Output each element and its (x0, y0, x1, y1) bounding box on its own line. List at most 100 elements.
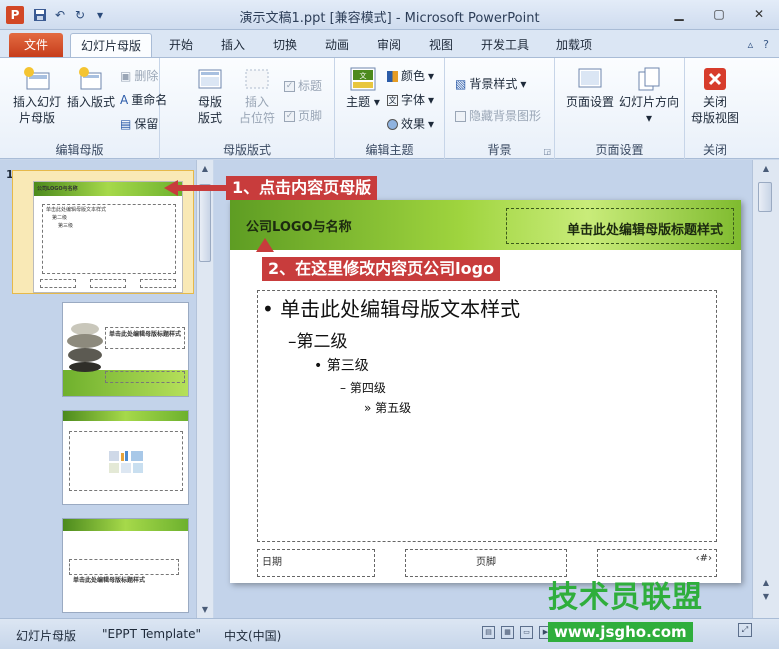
delete-label: 删除 (134, 69, 159, 83)
close-master-view-label-2: 母版视图 (690, 111, 739, 125)
bullet-level-5: » (364, 401, 372, 415)
tab-addins[interactable]: 加载项 (546, 33, 602, 58)
slide-sorter-view-icon[interactable]: ▦ (501, 626, 514, 639)
tab-file[interactable]: 文件 (9, 33, 63, 58)
tab-slide-master[interactable]: 幻灯片母版 (70, 33, 152, 58)
insert-slide-master-label-2: 片母版 (18, 111, 55, 125)
window-controls: ▁ ▢ ✕ (669, 6, 769, 22)
next-slide-icon[interactable]: ▼ (761, 592, 771, 601)
page-setup-icon (578, 68, 602, 88)
page-setup-button[interactable]: 页面设置 (561, 66, 619, 110)
body-placeholder[interactable]: • 单击此处编辑母版文本样式 –第二级 • 第三级 – 第四级 » 第五级 (257, 290, 717, 542)
insert-layout-button[interactable]: 插入版式 (64, 66, 118, 110)
thumbnail-content-icons (109, 451, 143, 473)
help-icon[interactable]: ? (763, 38, 769, 51)
date-placeholder[interactable]: 日期 (257, 549, 375, 577)
dialog-launcher-icon[interactable]: ◲ (543, 147, 551, 156)
footer-checkbox[interactable]: ✓ 页脚 (284, 106, 322, 126)
normal-view-icon[interactable]: ▤ (482, 626, 495, 639)
date-placeholder-text: 日期 (262, 557, 282, 568)
theme-icon: 文 (350, 67, 376, 91)
title-bar: P ↶ ↻ ▾ 演示文稿1.ppt [兼容模式] - Microsoft Pow… (0, 0, 779, 30)
insert-slide-master-label-1: 插入幻灯 (12, 95, 61, 109)
page-number-text: ‹#› (695, 553, 712, 564)
company-logo-text[interactable]: 公司LOGO与名称 (246, 216, 352, 235)
slide-scrollbar[interactable]: ▲ ▲ ▼ (752, 160, 779, 618)
fonts-button[interactable]: 文字体 ▾ (387, 90, 434, 110)
reading-view-icon[interactable]: ▭ (520, 626, 533, 639)
body-level-2-text: 第二级 (296, 332, 348, 352)
colors-button[interactable]: 颜色 ▾ (387, 66, 434, 86)
bullet-level-2: – (288, 332, 297, 352)
scroll-up-icon[interactable]: ▲ (200, 164, 210, 173)
group-close: 关闭 母版视图 关闭 (685, 58, 745, 160)
tab-developer[interactable]: 开发工具 (472, 33, 538, 58)
thumbnail-layout-4[interactable]: 单击此处编辑母版标题样式 (62, 518, 189, 613)
thumbnail-scroll-thumb[interactable] (199, 184, 211, 262)
maximize-icon[interactable]: ▢ (709, 6, 729, 22)
effects-button[interactable]: 效果 ▾ (387, 114, 434, 134)
insert-placeholder-label-2: 占位符 (238, 111, 275, 125)
master-layout-icon (198, 69, 222, 89)
bullet-level-1: • (262, 297, 274, 321)
preserve-label: 保留 (134, 117, 159, 131)
body-level-4-text: 第四级 (349, 381, 386, 395)
tab-review[interactable]: 审阅 (366, 33, 412, 58)
tab-animations[interactable]: 动画 (314, 33, 360, 58)
thumbnail-master-1-pagenum (140, 279, 176, 288)
delete-button[interactable]: ▣ 删除 (120, 66, 158, 86)
thumbnail-layout-3-header (63, 411, 188, 421)
colors-label: 颜色 (401, 69, 426, 83)
page-setup-label: 页面设置 (565, 95, 614, 109)
thumbnail-layout-3[interactable] (62, 410, 189, 505)
body-level-2: –第二级 (288, 327, 348, 352)
minimize-ribbon-icon[interactable]: ▵ (748, 38, 754, 51)
title-placeholder[interactable]: 单击此处编辑母版标题样式 (506, 208, 734, 244)
hide-background-check-icon (455, 110, 466, 122)
thumbnail-stones-image (67, 323, 103, 372)
background-styles-button[interactable]: ▧ 背景样式 ▾ (455, 74, 526, 94)
thumbnail-master-1-footer (90, 279, 126, 288)
master-layout-button[interactable]: 母版 版式 (190, 66, 230, 126)
close-window-icon[interactable]: ✕ (749, 6, 769, 22)
insert-slide-master-button[interactable]: 插入幻灯 片母版 (8, 66, 66, 126)
close-master-view-button[interactable]: 关闭 母版视图 (687, 66, 743, 126)
slide-orientation-label: 幻灯片方向 (618, 95, 679, 109)
thumbnail-layout-2[interactable]: 单击此处编辑母版标题样式 (62, 302, 189, 397)
callout-step-1: 1、点击内容页母版 (226, 176, 378, 200)
callout-1-arrowhead (164, 180, 178, 196)
slide-scroll-thumb[interactable] (758, 182, 772, 212)
footer-placeholder[interactable]: 页脚 (405, 549, 567, 577)
scroll-down-icon[interactable]: ▼ (200, 605, 210, 614)
minimize-icon[interactable]: ▁ (669, 6, 689, 22)
tab-home[interactable]: 开始 (158, 33, 204, 58)
group-page-setup: 页面设置 幻灯片方向 ▾ 页面设置 (555, 58, 685, 160)
slide-orientation-icon (638, 67, 660, 91)
site-watermark-brand: 技术员联盟 (548, 580, 703, 615)
status-language[interactable]: 中文(中国) (224, 627, 281, 644)
group-background: ▧ 背景样式 ▾ 隐藏背景图形 背景 ◲ (445, 58, 555, 160)
group-label-edit-master: 编辑母版 (55, 143, 104, 157)
slide-scroll-up-icon[interactable]: ▲ (761, 164, 771, 173)
rename-icon: A (120, 93, 129, 107)
thumbnail-master-1-date (40, 279, 76, 288)
bullet-level-4: – (340, 381, 346, 395)
theme-button[interactable]: 文 主题 ▾ (343, 66, 383, 110)
insert-placeholder-button[interactable]: 插入 占位符 (234, 66, 280, 126)
previous-slide-icon[interactable]: ▲ (761, 578, 771, 587)
title-checkbox[interactable]: ✓ 标题 (284, 76, 322, 96)
effects-icon (387, 118, 398, 130)
body-level-1: • 单击此处编辑母版文本样式 (262, 293, 520, 322)
group-label-background: 背景 (487, 143, 512, 157)
thumbnail-scrollbar[interactable]: ▲ ▼ (196, 160, 213, 618)
hide-background-checkbox[interactable]: 隐藏背景图形 (455, 106, 541, 126)
slide-orientation-button[interactable]: 幻灯片方向 ▾ (617, 66, 681, 126)
page-number-placeholder[interactable]: ‹#› (597, 549, 717, 577)
preserve-button[interactable]: ▤ 保留 (120, 114, 158, 134)
tab-transitions[interactable]: 切换 (262, 33, 308, 58)
insert-layout-label: 插入版式 (66, 95, 115, 109)
tab-view[interactable]: 视图 (418, 33, 464, 58)
tab-insert[interactable]: 插入 (210, 33, 256, 58)
body-level-3: • 第三级 (314, 355, 369, 375)
fit-to-window-icon[interactable]: ⤢ (738, 623, 752, 637)
